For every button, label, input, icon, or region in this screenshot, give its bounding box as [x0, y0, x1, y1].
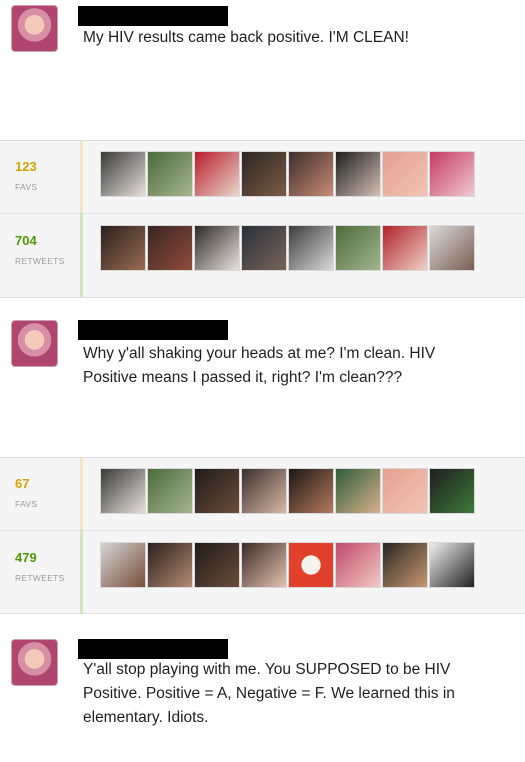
favs-label: FAVS — [15, 499, 38, 509]
user-avatar[interactable] — [147, 225, 193, 271]
favs-stat[interactable]: 67 FAVS — [15, 476, 77, 509]
tweet-text: My HIV results came back positive. I'M C… — [83, 29, 409, 46]
favs-divider — [80, 141, 83, 213]
favs-divider — [80, 458, 83, 530]
user-avatar[interactable] — [241, 468, 287, 514]
user-avatar[interactable] — [147, 151, 193, 197]
user-avatar[interactable] — [241, 151, 287, 197]
user-avatar[interactable] — [288, 468, 334, 514]
retweets-divider — [80, 213, 83, 297]
favoriters-avatars — [100, 468, 476, 514]
user-avatar[interactable] — [241, 225, 287, 271]
user-avatar[interactable] — [335, 468, 381, 514]
retweets-count: 704 — [15, 233, 37, 248]
user-avatar[interactable] — [429, 468, 475, 514]
retweets-stat[interactable]: 479 RETWEETS — [15, 550, 77, 583]
retweets-row: 479 RETWEETS — [0, 530, 525, 613]
retweets-divider — [80, 530, 83, 613]
user-avatar[interactable] — [100, 151, 146, 197]
user-avatar[interactable] — [429, 542, 475, 588]
user-avatar[interactable] — [194, 225, 240, 271]
user-avatar[interactable] — [288, 151, 334, 197]
user-avatar[interactable] — [100, 542, 146, 588]
favs-label: FAVS — [15, 182, 38, 192]
tweet-1-stats: 123 FAVS 704 RETWEETS — [0, 140, 525, 298]
user-avatar[interactable] — [147, 542, 193, 588]
retweets-stat[interactable]: 704 RETWEETS — [15, 233, 77, 266]
user-avatar[interactable] — [288, 225, 334, 271]
user-avatar[interactable] — [11, 5, 58, 52]
user-avatar[interactable] — [335, 151, 381, 197]
retweets-label: RETWEETS — [15, 256, 65, 266]
user-avatar[interactable] — [382, 225, 428, 271]
retweeters-avatars — [100, 542, 476, 588]
user-avatar[interactable] — [382, 468, 428, 514]
user-avatar[interactable] — [147, 468, 193, 514]
user-avatar[interactable] — [335, 225, 381, 271]
user-avatar[interactable] — [335, 542, 381, 588]
user-avatar[interactable] — [241, 542, 287, 588]
tweet-text: Why y'all shaking your heads at me? I'm … — [83, 345, 436, 386]
favs-stat[interactable]: 123 FAVS — [15, 159, 77, 192]
user-avatar[interactable] — [429, 225, 475, 271]
user-avatar[interactable] — [194, 542, 240, 588]
favoriters-avatars — [100, 151, 476, 197]
favs-row: 123 FAVS — [0, 141, 525, 214]
redacted-username — [78, 639, 228, 659]
user-avatar[interactable] — [194, 151, 240, 197]
user-avatar[interactable] — [288, 542, 334, 588]
user-avatar[interactable] — [382, 542, 428, 588]
user-avatar[interactable] — [194, 468, 240, 514]
favs-count: 123 — [15, 159, 37, 174]
user-avatar[interactable] — [100, 468, 146, 514]
user-avatar[interactable] — [100, 225, 146, 271]
user-avatar[interactable] — [11, 320, 58, 367]
user-avatar[interactable] — [382, 151, 428, 197]
favs-count: 67 — [15, 476, 30, 491]
favs-row: 67 FAVS — [0, 458, 525, 531]
retweeters-avatars — [100, 225, 476, 271]
redacted-username — [78, 6, 228, 26]
user-avatar[interactable] — [429, 151, 475, 197]
tweet-2-stats: 67 FAVS 479 RETWEETS — [0, 457, 525, 614]
retweets-label: RETWEETS — [15, 573, 65, 583]
user-avatar[interactable] — [11, 639, 58, 686]
retweets-row: 704 RETWEETS — [0, 213, 525, 297]
retweets-count: 479 — [15, 550, 37, 565]
redacted-username — [78, 320, 228, 340]
tweet-text: Y'all stop playing with me. You SUPPOSED… — [83, 661, 455, 726]
